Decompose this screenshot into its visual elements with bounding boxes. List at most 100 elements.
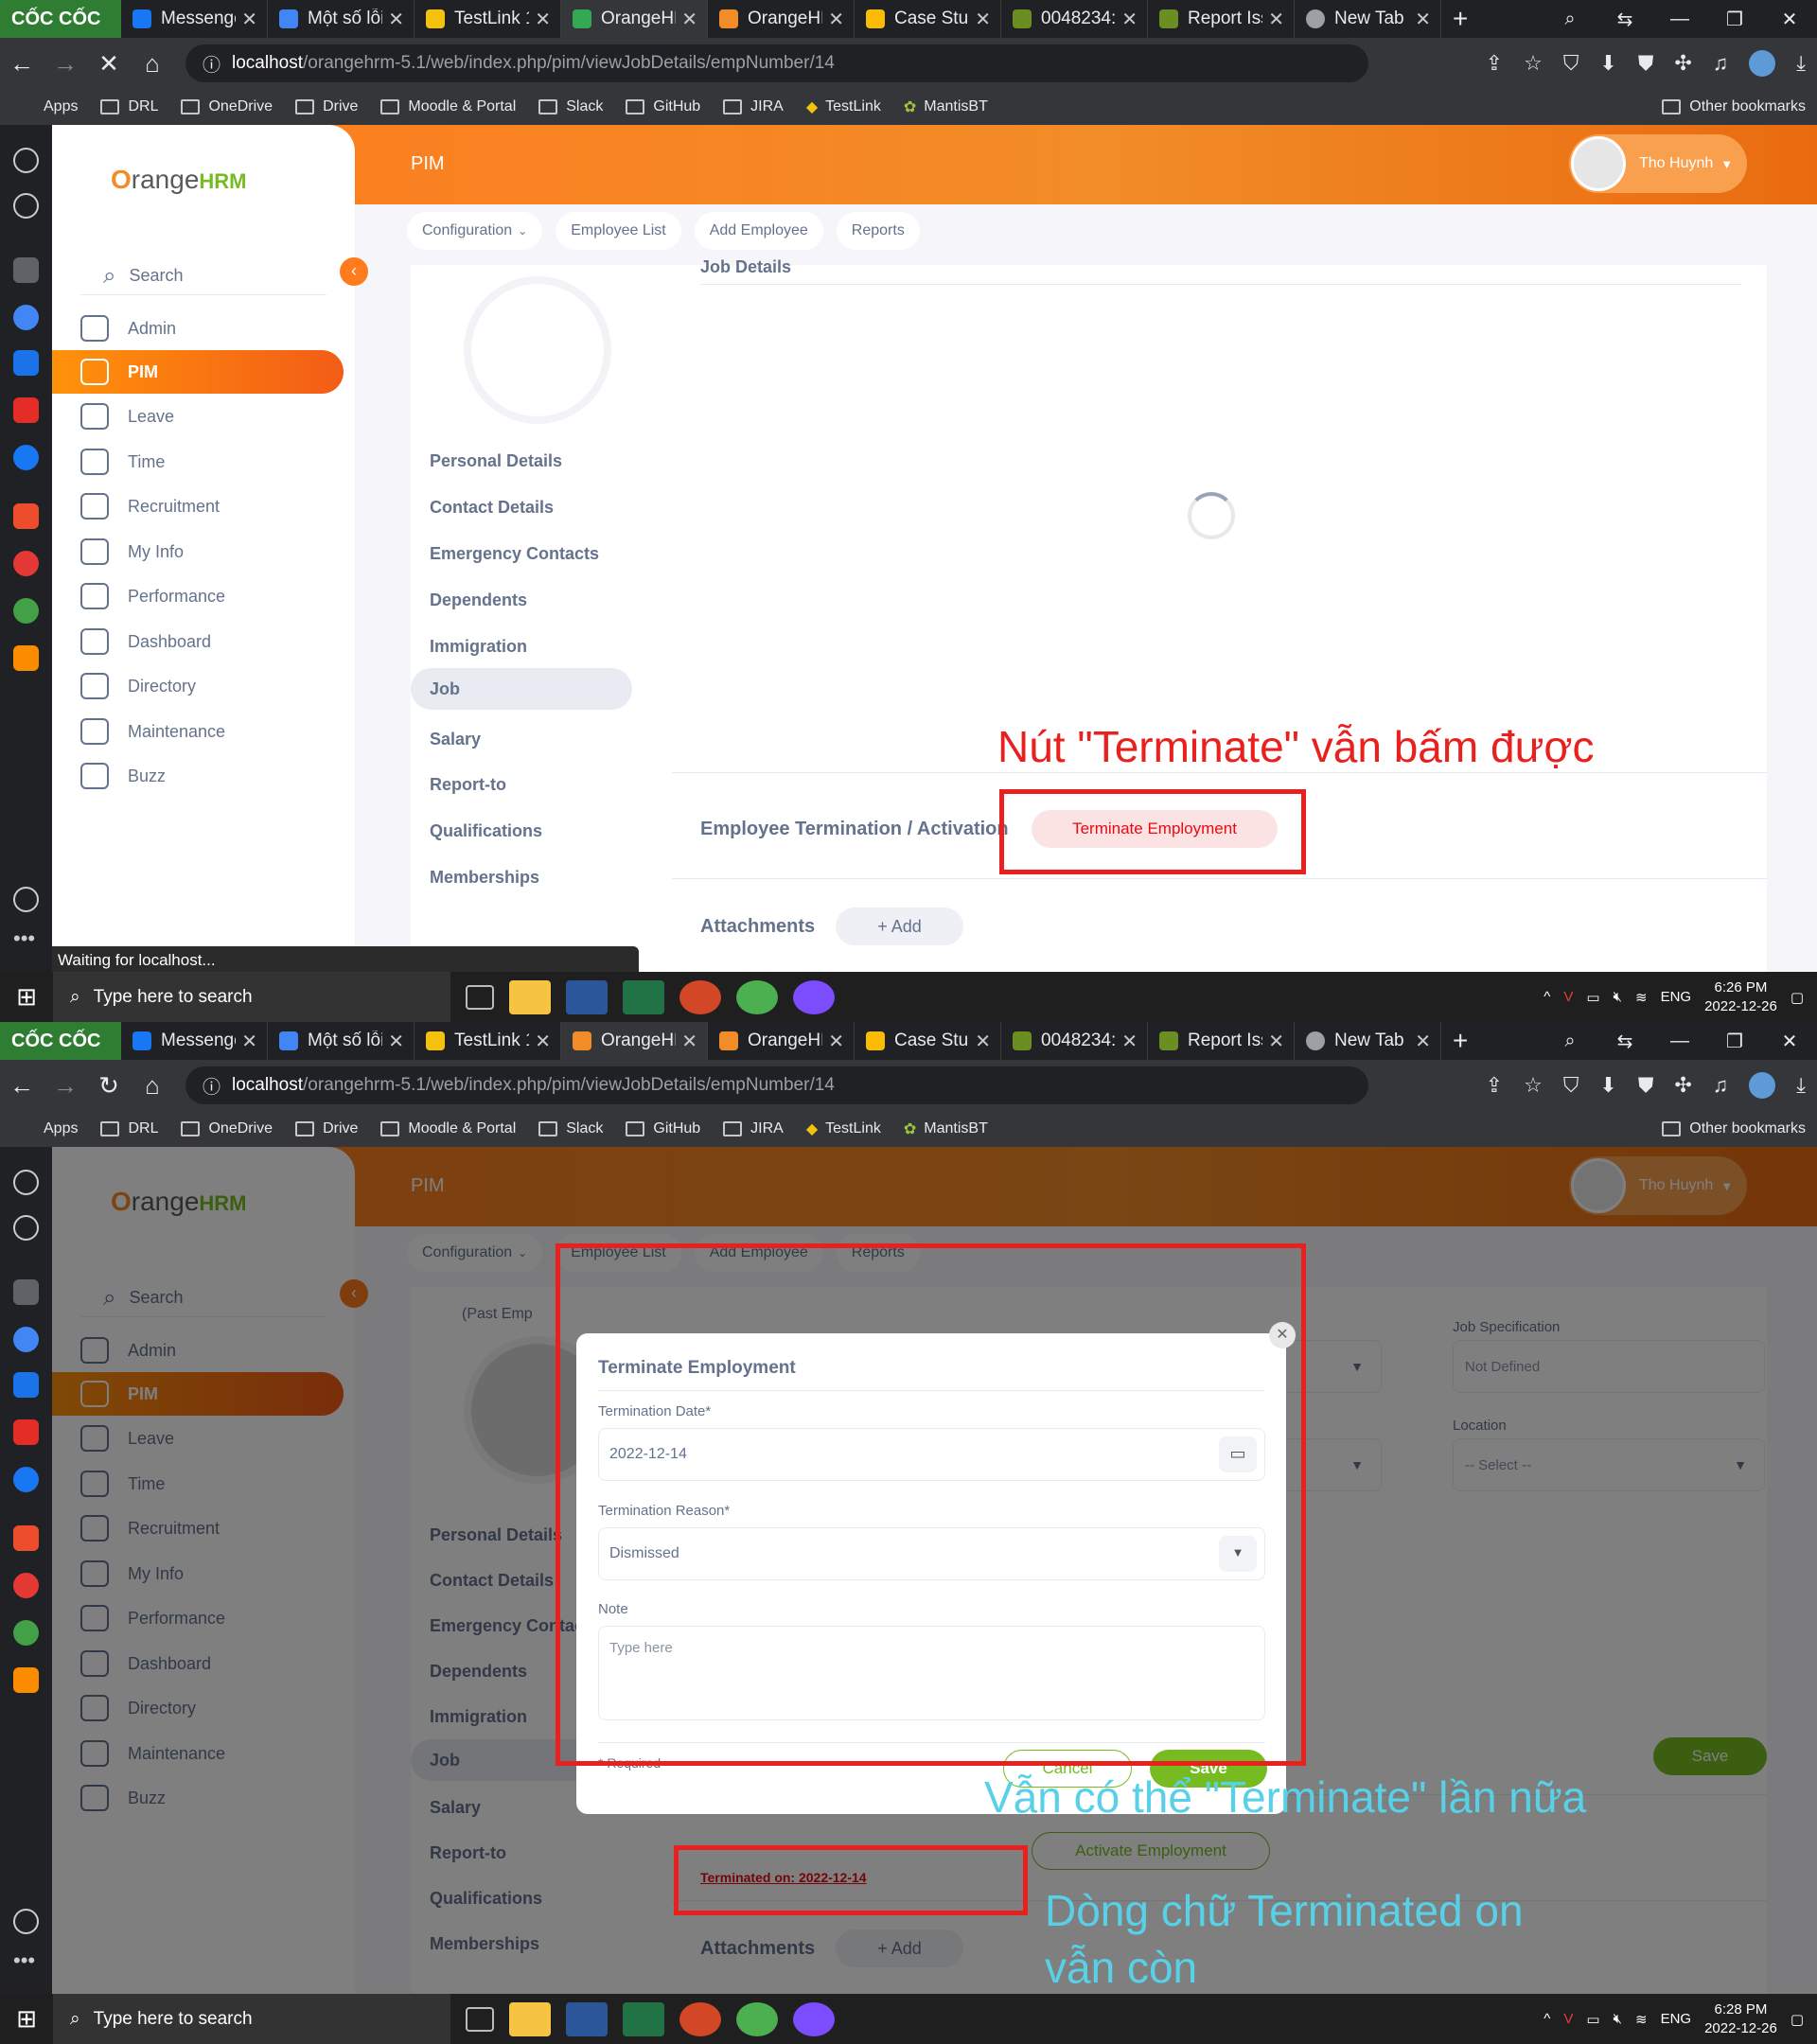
shopee-icon[interactable] (13, 1525, 39, 1551)
profile-avatar[interactable] (1749, 1072, 1776, 1099)
bookmark-apps[interactable]: Apps (44, 1120, 78, 1137)
wifi-icon[interactable]: ≋ (1635, 2011, 1648, 2028)
facebook-icon[interactable] (13, 1467, 39, 1492)
sidebar-toggle-icon[interactable]: ⇆ (1597, 8, 1652, 31)
coccoc-logo[interactable]: CỐC CỐC (0, 0, 121, 38)
notification-bell-icon[interactable] (13, 887, 39, 912)
download-box-icon[interactable]: ⬇ (1599, 1073, 1616, 1098)
tab-qualifications[interactable]: Qualifications (411, 810, 632, 852)
shopee-icon[interactable] (13, 503, 39, 529)
taskbar-search[interactable]: ⌕ Type here to search (53, 1994, 450, 2044)
bookmark-item[interactable]: ◆ TestLink (806, 1119, 881, 1138)
youtube-icon[interactable] (13, 397, 39, 423)
task-view-icon[interactable] (466, 2006, 494, 2032)
battery-icon[interactable]: ▭ (1586, 989, 1599, 1006)
clock[interactable]: 6:26 PM 2022-12-26 (1704, 978, 1777, 1016)
volume-muted-icon[interactable]: 🔇︎ (1614, 2011, 1622, 2027)
tab-emergency-contacts[interactable]: Emergency Contacts (411, 533, 632, 574)
chevron-up-icon[interactable]: ^ (1544, 2011, 1550, 2027)
browser-tab[interactable]: 0048234: ✕ (1001, 0, 1148, 38)
browser-tab[interactable]: Case Stud✕ (855, 1022, 1001, 1060)
tab-personal-details[interactable]: Personal Details (411, 440, 632, 482)
bookmark-item[interactable]: Drive (295, 98, 358, 115)
minimize-icon[interactable]: — (1652, 9, 1707, 30)
bookmark-item[interactable]: Drive (295, 1120, 358, 1137)
bookmark-item[interactable]: DRL (100, 98, 158, 115)
minimize-icon[interactable]: — (1652, 1031, 1707, 1052)
other-bookmarks[interactable]: Other bookmarks (1662, 89, 1806, 125)
sidebar-toggle-icon[interactable]: ⇆ (1597, 1030, 1652, 1053)
restore-icon[interactable]: ❐ (1707, 8, 1762, 31)
user-menu[interactable]: Tho Huynh▼ (1569, 134, 1747, 193)
browser-tab[interactable]: Report Iss ✕ (1148, 0, 1295, 38)
browser-tab[interactable]: Case Stud✕ (855, 0, 1001, 38)
tab-contact-details[interactable]: Contact Details (411, 486, 632, 528)
sidebar-item-maintenance[interactable]: Maintenance (52, 710, 344, 753)
vivaldi-icon[interactable]: V (1563, 989, 1573, 1005)
sidebar-item-dashboard[interactable]: Dashboard (52, 620, 344, 663)
browser-tab-active[interactable]: OrangeHR✕ (561, 1022, 708, 1060)
restore-icon[interactable]: ❐ (1707, 1030, 1762, 1053)
bookmark-item[interactable]: Moodle & Portal (380, 1120, 516, 1137)
app-icon[interactable] (13, 551, 39, 576)
browser-tab[interactable]: New Tab ✕ (1295, 1022, 1441, 1060)
word-icon[interactable] (566, 2001, 608, 2036)
site-info-icon[interactable]: ⓘ (203, 51, 221, 77)
word-icon[interactable] (566, 979, 608, 1014)
new-tab-icon[interactable]: + (1453, 1026, 1468, 1056)
bookmark-apps[interactable]: Apps (44, 98, 78, 115)
vivaldi-icon[interactable]: V (1563, 2011, 1573, 2027)
close-icon[interactable]: ✕ (975, 1030, 991, 1053)
close-window-icon[interactable]: ✕ (1762, 1030, 1817, 1053)
close-icon[interactable]: ✕ (975, 8, 991, 31)
facebook-icon[interactable] (13, 445, 39, 470)
bookmark-item[interactable]: OneDrive (181, 98, 273, 115)
windows-start-icon[interactable]: ⊞ (0, 982, 53, 1012)
powerpoint-icon[interactable] (679, 2001, 721, 2036)
back-icon[interactable]: ← (0, 1071, 44, 1101)
bookmark-item[interactable]: Slack (538, 98, 603, 115)
excel-icon[interactable] (623, 979, 664, 1014)
bookmark-item[interactable]: GitHub (626, 98, 700, 115)
close-icon[interactable]: ✕ (681, 1030, 697, 1053)
extensions-icon[interactable]: ✣ (1674, 51, 1691, 76)
shield-icon[interactable]: ⛉ (1563, 51, 1579, 76)
sidebar-item-leave[interactable]: Leave (52, 395, 344, 438)
settings-icon[interactable] (13, 1170, 39, 1195)
game-icon[interactable] (13, 598, 39, 624)
sidebar-search[interactable]: ⌕Search (80, 257, 326, 295)
wifi-icon[interactable]: ≋ (1635, 989, 1648, 1006)
address-bar[interactable]: ⓘ localhost/orangehrm-5.1/web/index.php/p… (185, 44, 1368, 82)
translate-icon[interactable] (13, 1372, 39, 1398)
tab-salary[interactable]: Salary (411, 718, 632, 760)
bookmark-item[interactable]: ◆ TestLink (806, 97, 881, 116)
tab-search-icon[interactable]: ⌕ (1543, 9, 1597, 30)
browser-tab[interactable]: TestLink 1 ✕ (415, 1022, 561, 1060)
close-icon[interactable]: ✕ (535, 1030, 551, 1053)
add-icon[interactable] (13, 1279, 39, 1305)
browser-tab[interactable]: OrangeHR✕ (708, 0, 855, 38)
other-bookmarks[interactable]: Other bookmarks (1662, 1111, 1806, 1147)
download-box-icon[interactable]: ⬇ (1599, 51, 1616, 76)
profile-avatar[interactable] (1749, 50, 1776, 77)
browser-tab[interactable]: Messenge ✕ (121, 0, 268, 38)
forward-icon[interactable]: → (44, 49, 87, 79)
home-icon[interactable]: ⌂ (131, 1071, 174, 1101)
google-icon[interactable] (13, 1327, 39, 1352)
notifications-icon[interactable]: ▢ (1791, 2011, 1804, 2028)
language-indicator[interactable]: ENG (1661, 2011, 1692, 2027)
sidebar-item-recruitment[interactable]: Recruitment (52, 485, 344, 528)
browser-tab[interactable]: Report Iss ✕ (1148, 1022, 1295, 1060)
close-window-icon[interactable]: ✕ (1762, 8, 1817, 31)
browser-tab[interactable]: 0048234: ✕ (1001, 1022, 1148, 1060)
stop-loading-icon[interactable]: ✕ (87, 49, 131, 79)
browser-tab[interactable]: New Tab ✕ (1295, 0, 1441, 38)
close-icon[interactable]: ✕ (681, 8, 697, 31)
forward-icon[interactable]: → (44, 1071, 87, 1101)
subnav-add-employee[interactable]: Add Employee (694, 212, 823, 250)
app-icon[interactable] (13, 1573, 39, 1598)
tab-memberships[interactable]: Memberships (411, 856, 632, 898)
share-icon[interactable]: ⇪ (1486, 1073, 1503, 1098)
bookmark-item[interactable]: ✿ MantisBT (904, 97, 988, 116)
back-icon[interactable]: ← (0, 49, 44, 79)
